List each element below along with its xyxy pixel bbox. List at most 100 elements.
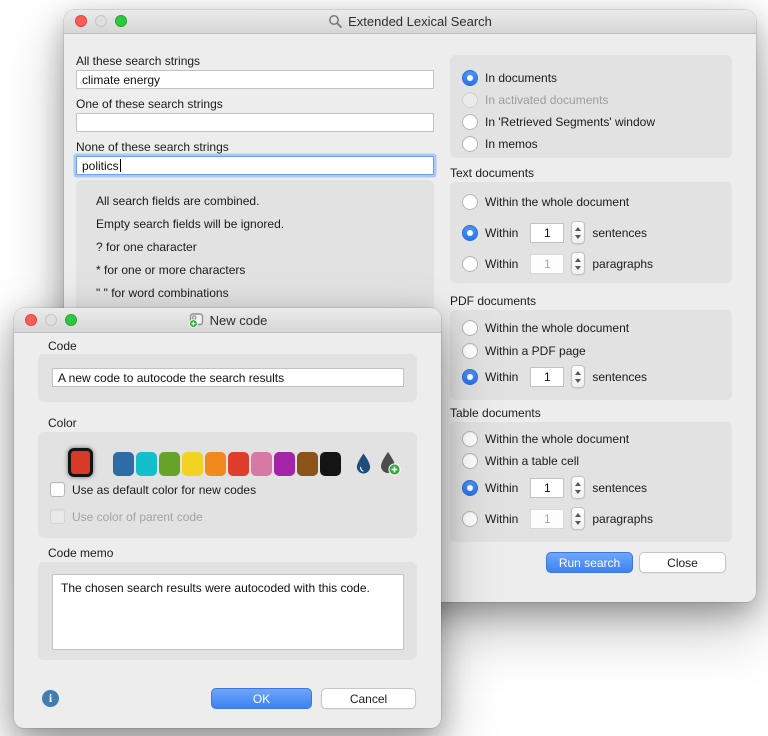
color-swatch[interactable] [205, 452, 226, 476]
radio-indicator [462, 320, 478, 336]
radio-in-activated-documents: In activated documents [462, 92, 608, 108]
radio-label: Within a table cell [485, 454, 579, 468]
radio-indicator [462, 256, 478, 272]
all-strings-label: All these search strings [76, 54, 200, 68]
radio-indicator [462, 453, 478, 469]
color-swatch[interactable] [297, 452, 318, 476]
color-swatch[interactable] [136, 452, 157, 476]
stepper[interactable] [571, 507, 585, 530]
code-name-input[interactable] [52, 368, 404, 387]
traffic-minimize-button[interactable] [95, 15, 107, 27]
radio-table-within-sentences[interactable]: Within sentences [462, 476, 647, 499]
radio-pdf-within-sentences[interactable]: Within sentences [462, 365, 647, 388]
checkbox-label: Use as default color for new codes [72, 483, 256, 497]
color-swatch[interactable] [159, 452, 180, 476]
parent-color-checkbox: Use color of parent code [50, 509, 203, 524]
code-memo-label: Code memo [48, 546, 113, 560]
radio-text-whole-document[interactable]: Within the whole document [462, 194, 629, 210]
traffic-zoom-button[interactable] [115, 15, 127, 27]
text-documents-heading: Text documents [450, 166, 534, 180]
hint-line: * for one or more characters [96, 263, 284, 277]
new-code-icon [188, 312, 205, 328]
traffic-minimize-button[interactable] [45, 314, 57, 326]
stepper[interactable] [571, 252, 585, 275]
radio-retrieved-segments[interactable]: In 'Retrieved Segments' window [462, 114, 655, 130]
color-drop-icon[interactable] [354, 452, 373, 481]
radio-indicator [462, 511, 478, 527]
radio-label: Within [485, 257, 518, 271]
radio-in-documents[interactable]: In documents [462, 70, 557, 86]
code-memo-textarea[interactable]: The chosen search results were autocoded… [52, 574, 404, 650]
none-strings-input[interactable]: politics [76, 156, 434, 175]
radio-pdf-whole-document[interactable]: Within the whole document [462, 320, 629, 336]
window-title: Extended Lexical Search [348, 14, 492, 29]
stepper-down-icon [575, 379, 581, 383]
radio-label: Within the whole document [485, 195, 629, 209]
cancel-button[interactable]: Cancel [321, 688, 416, 709]
default-color-checkbox[interactable]: Use as default color for new codes [50, 482, 256, 497]
stepper[interactable] [571, 365, 585, 388]
radio-label: In activated documents [485, 93, 608, 107]
unit-label: sentences [592, 481, 647, 495]
unit-label: paragraphs [592, 512, 653, 526]
traffic-close-button[interactable] [25, 314, 37, 326]
pdf-sentences-count-input[interactable] [530, 367, 564, 387]
all-strings-input[interactable] [76, 70, 434, 89]
stepper-down-icon [575, 266, 581, 270]
radio-indicator [462, 114, 478, 130]
one-strings-input[interactable] [76, 113, 434, 132]
new-code-titlebar[interactable]: New code [14, 308, 441, 333]
radio-in-memos[interactable]: In memos [462, 136, 538, 152]
radio-label: In documents [485, 71, 557, 85]
ok-button[interactable]: OK [211, 688, 312, 709]
hints-text: All search fields are combined. Empty se… [96, 194, 284, 300]
unit-label: sentences [592, 226, 647, 240]
radio-indicator [462, 225, 478, 241]
color-swatch[interactable] [320, 452, 341, 476]
traffic-zoom-button[interactable] [65, 314, 77, 326]
radio-text-within-sentences[interactable]: Within sentences [462, 221, 647, 244]
close-button[interactable]: Close [639, 552, 726, 573]
radio-text-within-paragraphs[interactable]: Within paragraphs [462, 252, 653, 275]
radio-table-within-paragraphs[interactable]: Within paragraphs [462, 507, 653, 530]
radio-label: Within the whole document [485, 432, 629, 446]
radio-indicator [462, 70, 478, 86]
stepper-up-icon [575, 258, 581, 262]
traffic-close-button[interactable] [75, 15, 87, 27]
radio-label: Within [485, 370, 518, 384]
checkbox-indicator [50, 509, 65, 524]
selected-color-swatch[interactable] [68, 448, 93, 477]
radio-indicator [462, 369, 478, 385]
color-swatch[interactable] [251, 452, 272, 476]
radio-indicator [462, 92, 478, 108]
window-title: New code [210, 313, 268, 328]
radio-label: Within a PDF page [485, 344, 586, 358]
pdf-documents-heading: PDF documents [450, 294, 536, 308]
radio-table-cell[interactable]: Within a table cell [462, 453, 579, 469]
radio-label: Within [485, 226, 518, 240]
stepper[interactable] [571, 476, 585, 499]
radio-table-whole-document[interactable]: Within the whole document [462, 431, 629, 447]
lexical-titlebar[interactable]: Extended Lexical Search [64, 10, 756, 34]
radio-indicator [462, 136, 478, 152]
text-sentences-count-input[interactable] [530, 223, 564, 243]
table-sentences-count-input[interactable] [530, 478, 564, 498]
radio-pdf-page[interactable]: Within a PDF page [462, 343, 586, 359]
radio-label: In memos [485, 137, 538, 151]
color-label: Color [48, 416, 77, 430]
color-swatch[interactable] [274, 452, 295, 476]
none-strings-value: politics [82, 159, 119, 173]
table-documents-heading: Table documents [450, 406, 541, 420]
hint-line: Empty search fields will be ignored. [96, 217, 284, 231]
color-swatch[interactable] [113, 452, 134, 476]
radio-indicator [462, 480, 478, 496]
color-drop-add-icon[interactable] [378, 451, 402, 482]
stepper-up-icon [575, 371, 581, 375]
stepper[interactable] [571, 221, 585, 244]
info-icon[interactable]: i [42, 690, 59, 707]
hint-line: " " for word combinations [96, 286, 284, 300]
run-search-button[interactable]: Run search [546, 552, 633, 573]
color-swatch[interactable] [182, 452, 203, 476]
radio-label: In 'Retrieved Segments' window [485, 115, 655, 129]
color-swatch[interactable] [228, 452, 249, 476]
